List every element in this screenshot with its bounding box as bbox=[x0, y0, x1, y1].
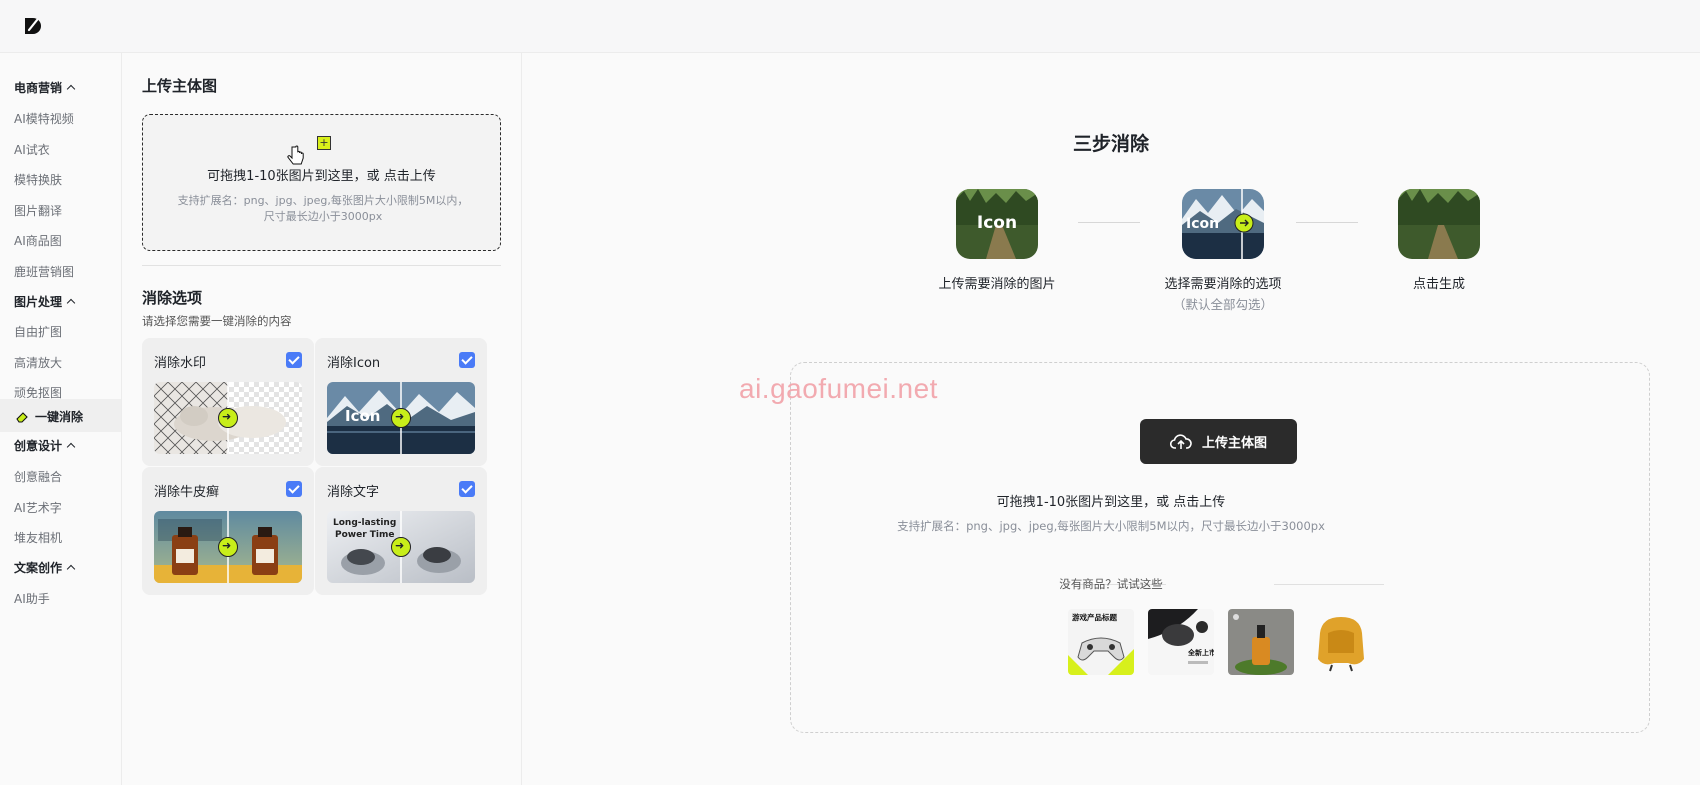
step-connector bbox=[1296, 222, 1358, 223]
step1-image-text: Icon bbox=[977, 213, 1017, 233]
option-label: 消除Icon bbox=[327, 356, 381, 371]
option-label: 消除文字 bbox=[327, 485, 380, 500]
nav-group-label: 文案创作 bbox=[14, 561, 63, 575]
sidebar-item-ai-assistant[interactable]: AI助手 bbox=[14, 590, 50, 607]
text-preview-image: Long-lasting Power Time bbox=[327, 511, 475, 583]
arrow-right-icon bbox=[218, 408, 238, 428]
step2-image-text: Icon bbox=[1186, 216, 1219, 232]
step3-label: 点击生成 bbox=[1412, 277, 1465, 292]
upload-button[interactable]: 上传主体图 bbox=[1140, 419, 1297, 464]
sample-serum-bottle[interactable] bbox=[1228, 609, 1294, 675]
sample-title-text: 游戏产品标题 bbox=[1072, 612, 1117, 622]
arrow-right-icon bbox=[391, 408, 411, 428]
upload-sub-text: 支持扩展名：png、jpg、jpeg,每张图片大小限制5M以内，尺寸最长边小于3… bbox=[897, 519, 1325, 533]
sidebar-item-ai-product-image[interactable]: AI商品图 bbox=[14, 232, 62, 249]
nav-group-label: 图片处理 bbox=[14, 295, 63, 309]
sidebar-item-ai-tryon[interactable]: AI试衣 bbox=[14, 141, 50, 158]
sample-game-controller[interactable]: 游戏产品标题 bbox=[1068, 609, 1134, 675]
sidebar-item-hd-upscale[interactable]: 高清放大 bbox=[14, 354, 62, 371]
logo-icon[interactable] bbox=[22, 15, 44, 37]
chevron-up-icon bbox=[66, 442, 76, 452]
step2-image: Icon bbox=[1182, 189, 1264, 259]
sidebar-item-image-translate[interactable]: 图片翻译 bbox=[14, 202, 62, 219]
options-description: 请选择您需要一键消除的内容 bbox=[142, 314, 292, 328]
sidebar-item-ai-model-video[interactable]: AI模特视频 bbox=[14, 110, 74, 127]
nav-group-label: 电商营销 bbox=[14, 81, 63, 95]
sidebar-item-creative-fusion[interactable]: 创意融合 bbox=[14, 468, 62, 485]
dropzone-sub-text: 支持扩展名：png、jpg、jpeg,每张图片大小限制5M以内，尺寸最长边小于3… bbox=[177, 194, 469, 223]
step3-image bbox=[1398, 189, 1480, 259]
steps-title: 三步消除 bbox=[1072, 133, 1149, 155]
sidebar-item-label: 一键消除 bbox=[35, 410, 84, 424]
nav-group-copywriting[interactable]: 文案创作 bbox=[14, 559, 76, 576]
options-title: 消除选项 bbox=[142, 289, 203, 307]
sample-earbuds-text: 全新上市 bbox=[1187, 648, 1214, 657]
try-samples-label: 没有商品？试试这些 bbox=[1059, 577, 1163, 591]
step-connector bbox=[1078, 222, 1140, 223]
text-overlay-line2: Power Time bbox=[335, 530, 394, 540]
upload-button-label: 上传主体图 bbox=[1201, 436, 1267, 451]
sample-earbuds[interactable]: 全新上市 bbox=[1148, 609, 1214, 675]
upload-hint: 可拖拽1-10张图片到这里，或 点击上传 bbox=[996, 495, 1226, 510]
step2-label: 选择需要消除的选项 bbox=[1164, 277, 1282, 292]
nav-group-label: 创意设计 bbox=[14, 439, 63, 453]
cloud-upload-icon bbox=[1169, 433, 1192, 449]
option-checkbox[interactable] bbox=[286, 352, 302, 368]
option-card-watermark[interactable]: 消除水印 bbox=[142, 338, 314, 466]
sidebar-item-model-skin[interactable]: 模特换肤 bbox=[14, 171, 62, 188]
step1-image: Icon bbox=[956, 189, 1038, 259]
nav-group-image-processing[interactable]: 图片处理 bbox=[14, 293, 76, 310]
option-checkbox[interactable] bbox=[459, 481, 475, 497]
options-panel: 上传主体图 + 可拖拽1-10张图片到这里，或 点击上传 支持扩展名：png、j… bbox=[122, 53, 522, 785]
main-content: 三步消除 Icon Icon 上传需要消除的图片 选择需要消除的选项 （默认全部… bbox=[522, 53, 1700, 785]
chevron-up-icon bbox=[66, 298, 76, 308]
top-bar bbox=[0, 0, 1700, 53]
option-card-icon[interactable]: 消除Icon Icon bbox=[315, 338, 487, 466]
divider bbox=[142, 265, 501, 266]
nav-group-ecommerce[interactable]: 电商营销 bbox=[14, 79, 76, 96]
upload-title: 上传主体图 bbox=[142, 77, 218, 95]
sidebar-active-label[interactable]: 一键消除 bbox=[16, 408, 83, 425]
sidebar: 电商营销 AI模特视频 AI试衣 模特换肤 图片翻译 AI商品图 鹿班营销图 图… bbox=[0, 53, 122, 785]
arrow-right-icon bbox=[391, 537, 411, 557]
main-upload-dropzone[interactable] bbox=[790, 362, 1650, 733]
plus-icon: + bbox=[317, 136, 331, 150]
option-label: 消除水印 bbox=[154, 356, 207, 371]
sidebar-item-ai-art-text[interactable]: AI艺术字 bbox=[14, 499, 62, 516]
option-card-text[interactable]: 消除文字 Long-lasting Power Time bbox=[315, 467, 487, 595]
arrow-right-icon bbox=[218, 537, 238, 557]
chevron-up-icon bbox=[66, 564, 76, 574]
chevron-up-icon bbox=[66, 84, 76, 94]
upload-dropzone[interactable]: + 可拖拽1-10张图片到这里，或 点击上传 支持扩展名：png、jpg、jpe… bbox=[142, 114, 501, 251]
dropzone-main-text: 可拖拽1-10张图片到这里，或 点击上传 bbox=[207, 169, 436, 184]
option-label: 消除牛皮癣 bbox=[154, 485, 220, 500]
sample-armchair[interactable] bbox=[1308, 609, 1374, 675]
icon-preview-image: Icon bbox=[327, 382, 475, 454]
ad-sticker-preview-image bbox=[154, 511, 302, 583]
option-checkbox[interactable] bbox=[459, 352, 475, 368]
sidebar-item-camera[interactable]: 堆友相机 bbox=[14, 529, 62, 546]
watermark-preview-image bbox=[154, 382, 302, 454]
icon-overlay-text: Icon bbox=[345, 407, 380, 425]
watermark-text: ai.gaofumei.net bbox=[739, 373, 938, 404]
sidebar-item-free-expand[interactable]: 自由扩图 bbox=[14, 323, 62, 340]
eraser-icon bbox=[16, 412, 28, 423]
step2-note: （默认全部勾选） bbox=[1172, 297, 1273, 312]
nav-group-creative-design[interactable]: 创意设计 bbox=[14, 437, 76, 454]
text-overlay-line1: Long-lasting bbox=[333, 518, 396, 528]
option-checkbox[interactable] bbox=[286, 481, 302, 497]
step1-label: 上传需要消除的图片 bbox=[938, 277, 1056, 292]
sidebar-item-luban[interactable]: 鹿班营销图 bbox=[14, 263, 74, 280]
option-card-ad-stickers[interactable]: 消除牛皮癣 bbox=[142, 467, 314, 595]
